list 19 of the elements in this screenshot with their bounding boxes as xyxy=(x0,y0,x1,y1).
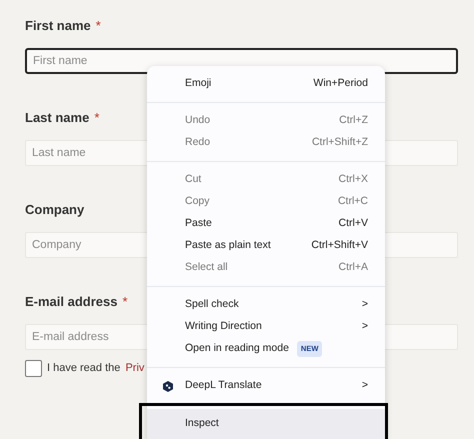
shortcut-text: Win+Period xyxy=(313,76,368,92)
required-asterisk: * xyxy=(122,294,128,309)
shortcut-text: Ctrl+Shift+V xyxy=(311,238,368,254)
shortcut-text: Ctrl+C xyxy=(338,194,368,210)
field-label: Company xyxy=(25,202,84,217)
shortcut-text: Ctrl+Shift+Z xyxy=(312,135,368,150)
submenu-arrow: > xyxy=(362,319,368,334)
required-asterisk: * xyxy=(96,18,101,33)
consent-text: I have read the xyxy=(47,361,122,376)
shortcut-text: Ctrl+V xyxy=(338,216,368,232)
field-label: E-mail address xyxy=(25,294,118,309)
field-label: Last name xyxy=(25,110,90,125)
shortcut-text: Ctrl+X xyxy=(338,172,368,188)
required-asterisk: * xyxy=(94,110,100,125)
field-label: First name xyxy=(25,18,91,33)
shortcut-text: Ctrl+Z xyxy=(339,113,368,128)
submenu-arrow: > xyxy=(362,297,368,312)
submenu-arrow: > xyxy=(362,378,368,394)
shortcut-text: Ctrl+A xyxy=(338,260,368,276)
